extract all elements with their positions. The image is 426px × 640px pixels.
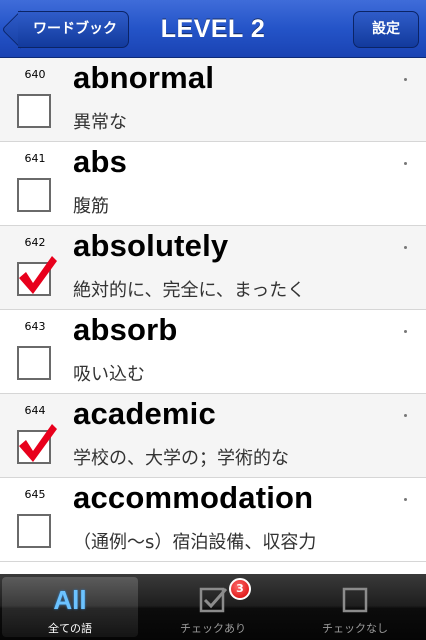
- word-text: absorb: [73, 312, 178, 347]
- checkbox[interactable]: [17, 346, 51, 380]
- word-text: academic: [73, 396, 216, 431]
- word-text: abs: [73, 144, 128, 179]
- word-number: 642: [24, 236, 46, 249]
- list-item[interactable]: 643 absorb 吸い込む: [0, 310, 426, 394]
- word-meaning: 異常な: [73, 112, 127, 133]
- row-indicator: [404, 246, 407, 249]
- word-number: 640: [24, 68, 46, 81]
- list-item[interactable]: 644 academic 学校の、大学の；学術的な: [0, 394, 426, 478]
- all-icon: All: [53, 585, 87, 615]
- row-indicator: [404, 78, 407, 81]
- list-item[interactable]: 642 absolutely 絶対的に、完全に、まったく: [0, 226, 426, 310]
- word-text: abnormal: [73, 60, 215, 95]
- settings-button[interactable]: 設定: [353, 11, 419, 48]
- word-text: absolutely: [73, 228, 229, 263]
- word-number: 641: [24, 152, 46, 165]
- tab-checked[interactable]: チェックあり: [142, 574, 284, 640]
- row-indicator: [404, 162, 407, 165]
- row-indicator: [404, 330, 407, 333]
- row-indicator: [404, 414, 407, 417]
- word-text: accommodation: [73, 480, 314, 515]
- notification-badge: 3: [229, 578, 251, 600]
- tab-bar: All 全ての語 チェックあり 3 チェックなし: [0, 574, 426, 640]
- list-item[interactable]: 641 abs 腹筋: [0, 142, 426, 226]
- tab-label: チェックなし: [322, 622, 388, 635]
- word-meaning: （通例～s）宿泊設備、収容力: [73, 532, 317, 553]
- list-item[interactable]: 640 abnormal 異常な: [0, 58, 426, 142]
- checkbox[interactable]: [17, 94, 51, 128]
- navigation-bar: ワードブック LEVEL 2 設定: [0, 0, 426, 58]
- checkmark-icon: [19, 256, 57, 294]
- checkmark-icon: [19, 424, 57, 462]
- tab-label: 全ての語: [48, 622, 92, 635]
- word-meaning: 吸い込む: [73, 364, 145, 385]
- word-meaning: 学校の、大学の；学術的な: [73, 448, 289, 469]
- checkbox[interactable]: [17, 178, 51, 212]
- tab-all-words[interactable]: All 全ての語: [2, 577, 138, 637]
- checkbox[interactable]: [17, 514, 51, 548]
- word-meaning: 絶対的に、完全に、まったく: [73, 280, 306, 301]
- word-number: 645: [24, 488, 46, 501]
- tab-unchecked[interactable]: チェックなし: [284, 574, 426, 640]
- list-item[interactable]: 645 accommodation （通例～s）宿泊設備、収容力: [0, 478, 426, 562]
- word-number: 644: [24, 404, 46, 417]
- row-indicator: [404, 498, 407, 501]
- checked-box-icon: [199, 587, 228, 613]
- word-meaning: 腹筋: [73, 196, 109, 217]
- tab-label: チェックあり: [180, 622, 246, 635]
- word-list: 640 abnormal 異常な 641 abs 腹筋 642 absolute…: [0, 58, 426, 574]
- empty-box-icon: [342, 587, 368, 613]
- word-number: 643: [24, 320, 46, 333]
